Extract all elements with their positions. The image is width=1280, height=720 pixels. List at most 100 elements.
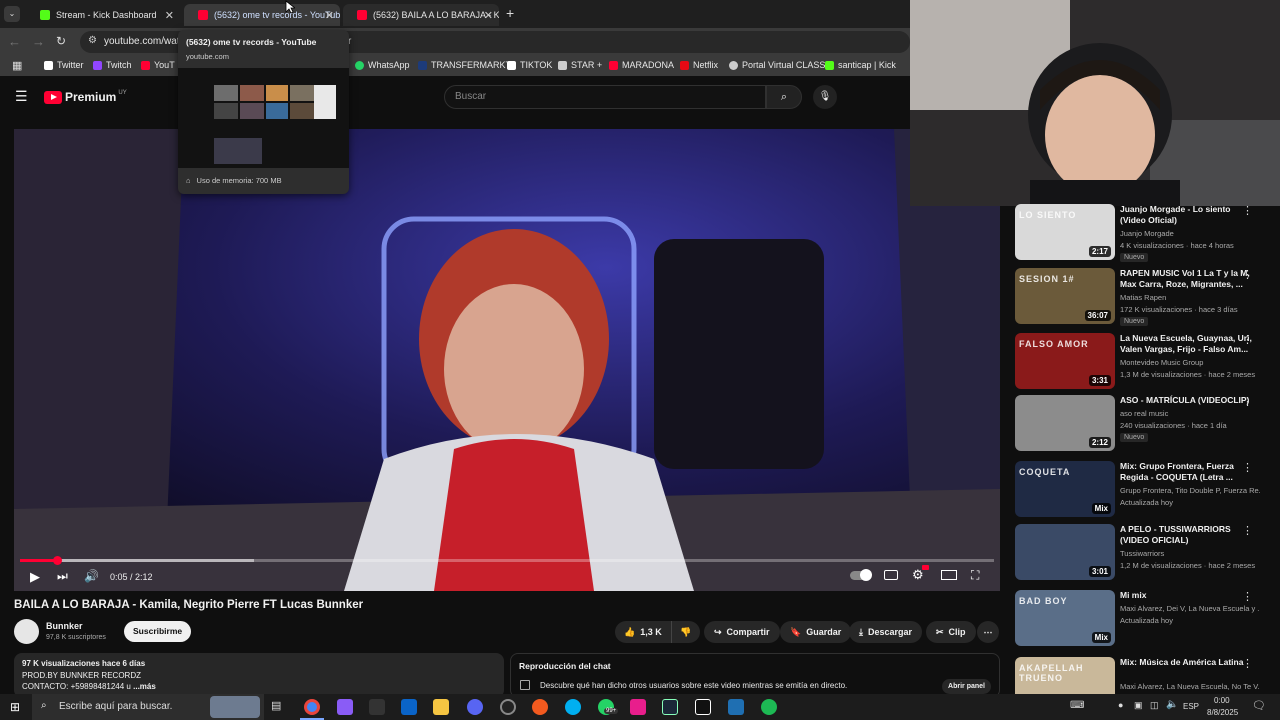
like-button[interactable]: 👍 1,3 K xyxy=(615,621,672,643)
tab-ome-tv-records[interactable]: (5632) ome tv records - YouTub ✕ xyxy=(184,4,340,26)
volume-icon[interactable]: 🔈 xyxy=(1166,699,1178,710)
brave-icon[interactable] xyxy=(532,699,548,715)
obs-icon[interactable] xyxy=(500,699,516,715)
close-icon[interactable]: ✕ xyxy=(325,9,334,22)
bookmark-tiktok[interactable]: TIKTOK xyxy=(507,60,552,70)
download-button[interactable]: ⤓ Descargar xyxy=(849,621,923,643)
bookmark-maradona[interactable]: MARADONA xyxy=(609,60,674,70)
channel-avatar[interactable] xyxy=(14,619,39,644)
apps-icon[interactable]: ▦ xyxy=(12,59,22,72)
copilot-icon[interactable] xyxy=(337,699,353,715)
capcut-icon[interactable] xyxy=(695,699,711,715)
recommendation-item[interactable]: LO SIENTO 2:17 Juanjo Morgade - Lo siento … xyxy=(1015,204,1267,264)
clock-time[interactable]: 0:00 xyxy=(1214,696,1230,705)
file-explorer-icon[interactable] xyxy=(433,699,449,715)
channel-name[interactable]: Bunnker xyxy=(46,621,83,631)
task-view-icon[interactable]: ▤ xyxy=(271,699,281,712)
bookmark-portal-virtual[interactable]: Portal Virtual CLASS xyxy=(729,60,825,70)
share-button[interactable]: ↪ Compartir xyxy=(704,621,780,643)
language-indicator[interactable]: ESP xyxy=(1183,702,1199,711)
open-panel-button[interactable]: Abrir panel xyxy=(942,679,991,694)
windows-start-icon[interactable]: ⊞ xyxy=(10,700,20,714)
keyboard-icon[interactable]: ⌨ xyxy=(1070,700,1084,711)
video-title[interactable]: RAPEN MUSIC Vol 1 La T y la M, Max Carra… xyxy=(1120,268,1255,290)
channel-name[interactable]: Juanjo Morgade xyxy=(1120,229,1260,238)
channel-name[interactable]: Montevideo Music Group xyxy=(1120,358,1260,367)
spotify-icon[interactable] xyxy=(761,699,777,715)
notifications-icon[interactable]: 🗨 xyxy=(1252,699,1266,712)
more-options-icon[interactable]: ⋮ xyxy=(1242,524,1253,537)
close-icon[interactable]: ✕ xyxy=(165,9,174,22)
camera-icon[interactable]: ▣ xyxy=(1134,700,1143,711)
channel-name[interactable]: aso real music xyxy=(1120,409,1260,418)
network-icon[interactable]: ◫ xyxy=(1150,700,1159,711)
volume-icon[interactable]: 🔊 xyxy=(84,569,99,583)
voice-search-button[interactable]: 🎙 xyxy=(813,85,837,109)
thumbs-down-icon[interactable]: 👎 xyxy=(680,627,691,638)
discord-icon[interactable] xyxy=(467,699,483,715)
search-button[interactable]: ⌕ xyxy=(766,85,802,109)
recommendation-item[interactable]: SESION 1# 36:07 RAPEN MUSIC Vol 1 La T y l… xyxy=(1015,268,1267,328)
epic-games-icon[interactable] xyxy=(369,699,385,715)
vscode-icon[interactable] xyxy=(728,699,744,715)
channel-name[interactable]: Maxi Alvarez, La Nueva Escuela, No Te V.… xyxy=(1120,682,1260,691)
video-thumbnail[interactable]: LO SIENTO 2:17 xyxy=(1015,204,1115,260)
recommendation-item[interactable]: FALSO AMOR 3:31 La Nueva Escuela, Guaynaa,… xyxy=(1015,333,1267,393)
video-title[interactable]: La Nueva Escuela, Guaynaa, Uri, Valen Va… xyxy=(1120,333,1255,355)
clip-button[interactable]: ✂ Clip xyxy=(926,621,976,643)
more-options-icon[interactable]: ⋮ xyxy=(1242,333,1253,346)
video-title[interactable]: Mix: Grupo Frontera, Fuerza Regida - COQ… xyxy=(1120,461,1255,483)
close-icon[interactable]: ✕ xyxy=(484,9,493,22)
clock-date[interactable]: 8/8/2025 xyxy=(1207,708,1238,717)
bookmark-twitter[interactable]: Twitter xyxy=(44,60,84,70)
video-thumbnail[interactable]: BAD BOY Mix xyxy=(1015,590,1115,646)
new-tab-button[interactable]: + xyxy=(506,5,514,21)
recommendation-item[interactable]: 2:12 ASO - MATRÍCULA (VIDEOCLIP) aso real … xyxy=(1015,395,1267,455)
video-thumbnail[interactable]: FALSO AMOR 3:31 xyxy=(1015,333,1115,389)
next-icon[interactable]: ⏭ xyxy=(57,569,68,584)
video-title[interactable]: Mi mix xyxy=(1120,590,1255,601)
bookmark-santicap-kick[interactable]: santicap | Kick xyxy=(825,60,896,70)
tab-kick-dashboard[interactable]: Stream - Kick Dashboard ✕ xyxy=(26,4,180,26)
search-input[interactable]: Buscar xyxy=(444,85,766,109)
video-title[interactable]: A PELO - TUSSIWARRIORS (VIDEO OFICIAL) xyxy=(1120,524,1255,546)
video-thumbnail[interactable]: 2:12 xyxy=(1015,395,1115,451)
play-icon[interactable]: ▶ xyxy=(30,569,40,585)
menu-icon[interactable]: ☰ xyxy=(15,88,28,105)
app-icon[interactable] xyxy=(630,699,646,715)
site-info-icon[interactable]: ⚙ xyxy=(88,35,97,46)
video-thumbnail[interactable]: COQUETA Mix xyxy=(1015,461,1115,517)
more-options-icon[interactable]: ⋮ xyxy=(1242,657,1253,670)
description-box[interactable]: 97 K visualizaciones hace 6 días PROD.BY… xyxy=(14,653,504,698)
video-player[interactable]: ▶ ⏭ 🔊 0:05 / 2:12 ⚙ ⛶ xyxy=(14,129,1000,591)
more-actions-button[interactable]: ⋯ xyxy=(977,621,999,643)
video-title[interactable]: Juanjo Morgade - Lo siento (Video Oficia… xyxy=(1120,204,1255,226)
video-title[interactable]: Mix: Música de América Latina xyxy=(1120,657,1255,668)
bookmark-twitch[interactable]: Twitch xyxy=(93,60,132,70)
steam-icon[interactable] xyxy=(662,699,678,715)
tab-baila-a-lo-baraja[interactable]: (5632) BAILA A LO BARAJA - Ka ✕ xyxy=(343,4,499,26)
back-icon[interactable]: ← xyxy=(8,34,21,49)
theater-mode-icon[interactable] xyxy=(941,570,957,580)
reload-icon[interactable]: ↻ xyxy=(56,34,66,48)
bookmark-youtube[interactable]: YouT xyxy=(141,60,175,70)
tab-search-button[interactable]: ⌄ xyxy=(4,6,20,22)
show-more-link[interactable]: ...más xyxy=(133,682,156,691)
channel-name[interactable]: Maxi Alvarez, Dei V, La Nueva Escuela y … xyxy=(1120,604,1260,613)
recommendation-item[interactable]: 3:01 A PELO - TUSSIWARRIORS (VIDEO OFICIA… xyxy=(1015,524,1267,584)
recommendation-item[interactable]: COQUETA Mix Mix: Grupo Frontera, Fuerza Re… xyxy=(1015,461,1267,521)
recommendation-item[interactable]: BAD BOY Mix Mi mix Maxi Alvarez, Dei V, La … xyxy=(1015,590,1267,650)
more-options-icon[interactable]: ⋮ xyxy=(1242,268,1253,281)
save-button[interactable]: 🔖 Guardar xyxy=(780,621,852,643)
progress-scrubber[interactable] xyxy=(53,556,62,565)
progress-track[interactable] xyxy=(20,556,994,565)
more-options-icon[interactable]: ⋮ xyxy=(1242,395,1253,408)
video-thumbnail[interactable]: 3:01 xyxy=(1015,524,1115,580)
channel-name[interactable]: Grupo Frontera, Tito Double P, Fuerza Re… xyxy=(1120,486,1260,495)
youtube-logo[interactable]: Premium UY xyxy=(44,90,127,104)
skype-icon[interactable] xyxy=(565,699,581,715)
video-title[interactable]: ASO - MATRÍCULA (VIDEOCLIP) xyxy=(1120,395,1255,406)
more-options-icon[interactable]: ⋮ xyxy=(1242,461,1253,474)
bookmark-netflix[interactable]: Netflix xyxy=(680,60,718,70)
video-thumbnail[interactable]: SESION 1# 36:07 xyxy=(1015,268,1115,324)
